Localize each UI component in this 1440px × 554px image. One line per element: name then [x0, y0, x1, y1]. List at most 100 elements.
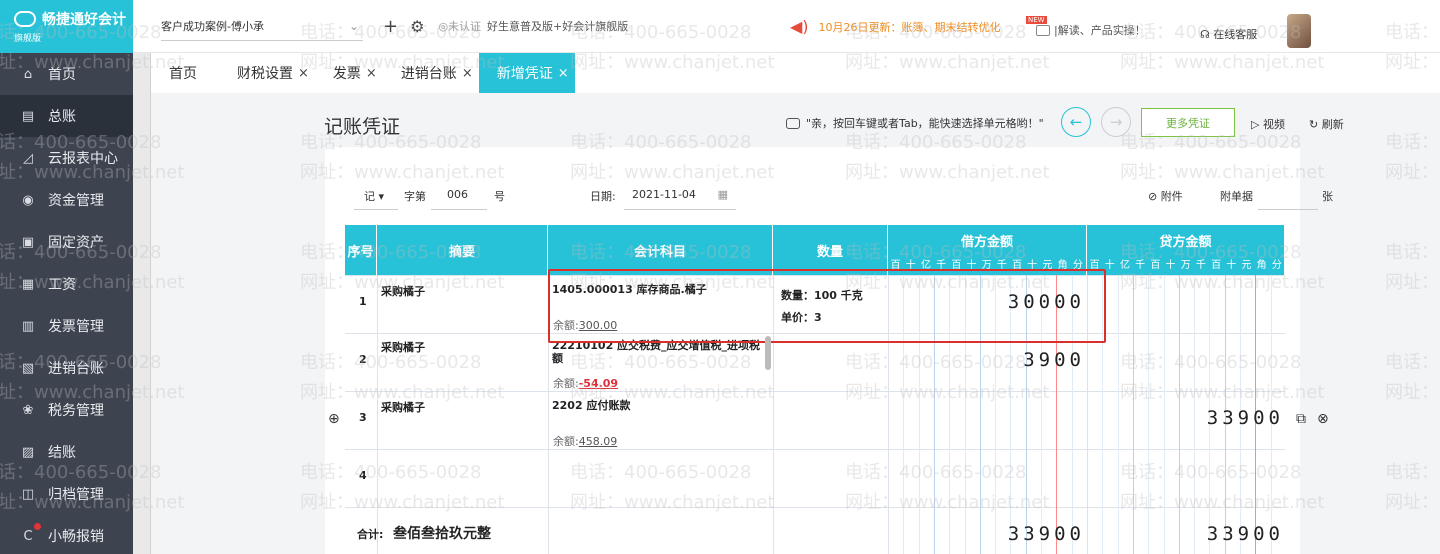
balance-value[interactable]: 458.09 [579, 435, 618, 448]
tax-icon: ❀ [22, 402, 34, 418]
debit-amount[interactable]: 3900 [905, 349, 1085, 371]
more-vouchers-button[interactable]: 更多凭证 [1141, 108, 1235, 137]
copy-row-icon[interactable]: ⧉ [1296, 411, 1306, 427]
sidebar-scrollbar[interactable] [133, 53, 151, 554]
debit-header-label: 借方金额 [960, 235, 1013, 250]
chevron-down-icon: ⌄ [348, 18, 359, 33]
digit-label: 千 [1135, 260, 1146, 271]
summary-cell[interactable]: 采购橘子 [381, 399, 541, 415]
close-icon[interactable]: × [298, 66, 309, 81]
sidebar-item[interactable]: ◫ 归档管理 [0, 473, 133, 515]
notification-dot [34, 523, 41, 530]
hint-text: "亲，按回车键或者Tab，能快速选择单元格哟！" [806, 117, 1044, 130]
tab-item[interactable]: 发票 × [315, 53, 383, 93]
close-icon[interactable]: × [558, 66, 569, 81]
sidebar: 畅捷通好会计 旗舰版 ⌂ 首页 ▤ 总账 ◿ 云报表中心 ◉ 资金管理 ▣ 固定资产 ▦ 工资 ▥ 发票管… [0, 0, 133, 554]
row-seq: 3 [359, 411, 367, 424]
credit-amount[interactable]: 33900 [1105, 407, 1284, 429]
prev-voucher-button[interactable]: ← [1061, 107, 1091, 137]
cloud-logo-icon [14, 11, 36, 27]
invoice-icon: ▥ [21, 318, 35, 334]
app-root: 畅捷通好会计 旗舰版 ⌂ 首页 ▤ 总账 ◿ 云报表中心 ◉ 资金管理 ▣ 固定资产 ▦ 工资 ▥ 发票管… [0, 0, 1440, 554]
date-label: 日期: [590, 190, 616, 203]
summary-cell[interactable]: 采购橘子 [381, 339, 541, 355]
sidebar-item[interactable]: ◉ 资金管理 [0, 179, 133, 221]
sidebar-nav: ⌂ 首页 ▤ 总账 ◿ 云报表中心 ◉ 资金管理 ▣ 固定资产 ▦ 工资 ▥ 发票管理 ▧ 进销台账 ❀ 税务管理… [0, 53, 133, 554]
auth-status[interactable]: ◎未认证 [438, 18, 481, 34]
attach-count-input[interactable] [1258, 184, 1318, 210]
account-cell[interactable]: 2202 应付账款 [552, 399, 767, 412]
account-header: 会计科目 [548, 225, 773, 275]
delete-row-icon[interactable]: ⊗ [1317, 411, 1329, 427]
tab-label: 首页 [169, 66, 197, 82]
update-notice[interactable]: ◀) 10月26日更新：账簿、期末结转优化 [790, 0, 1001, 53]
promo-link[interactable]: NEW |解读、产品实操！ [1026, 16, 1146, 38]
total-in-words: 叁佰叁拾玖元整 [393, 526, 491, 542]
balance-value[interactable]: -54.09 [579, 377, 618, 390]
close-icon[interactable]: × [366, 66, 377, 81]
row-divider [345, 391, 1285, 392]
tab-item[interactable]: 新增凭证 × [478, 53, 575, 93]
quantity-header-label: 数量 [816, 244, 843, 260]
tab-item[interactable]: 首页 [151, 53, 219, 93]
archive-icon: ◫ [21, 486, 35, 502]
company-select[interactable]: 客户成功案例-傅小承 ⌄ [161, 11, 363, 41]
tab-item[interactable]: 财税设置 × [219, 53, 315, 93]
logo-sub: 旗舰版 [14, 34, 42, 44]
account-cell-scrollbar[interactable] [765, 336, 771, 370]
balance-text: 余额:-54.09 [553, 375, 618, 391]
sidebar-item[interactable]: ⌂ 首页 [0, 53, 133, 95]
sidebar-item[interactable]: ▦ 工资 [0, 263, 133, 305]
account-header-label: 会计科目 [633, 244, 686, 260]
digit-label: 分 [1271, 260, 1282, 271]
add-row-icon[interactable]: ⊕ [328, 411, 340, 427]
logo[interactable]: 畅捷通好会计 旗舰版 [0, 0, 133, 53]
sidebar-item[interactable]: ▨ 结账 [0, 431, 133, 473]
gear-icon[interactable]: ⚙ [410, 17, 424, 36]
column-divider [377, 275, 378, 554]
video-icon [1036, 24, 1050, 36]
auth-label: 未认证 [448, 20, 482, 33]
calendar-icon: ▦ [717, 188, 728, 201]
sidebar-item-label: 发票管理 [48, 319, 104, 335]
date-input[interactable]: 2021-11-04 ▦ [624, 184, 736, 210]
sidebar-item-label: 税务管理 [48, 403, 104, 419]
voucher-type-select[interactable]: 记 ▾ [354, 184, 398, 210]
balance-label: 余额: [553, 377, 579, 390]
sidebar-item[interactable]: ▤ 总账 [0, 95, 133, 137]
sidebar-item[interactable]: ◿ 云报表中心 [0, 137, 133, 179]
next-voucher-button[interactable]: → [1101, 107, 1131, 137]
quantity-header: 数量 [773, 225, 888, 275]
sidebar-item[interactable]: C 小畅报销 [0, 515, 133, 554]
keyboard-hint: "亲，按回车键或者Tab，能快速选择单元格哟！" [786, 115, 1044, 131]
attachment-button[interactable]: ⊘ 附件 [1148, 188, 1183, 204]
date-value: 2021-11-04 [632, 188, 696, 201]
tab-item[interactable]: 进销台账 × [383, 53, 479, 93]
online-service[interactable]: ☊ 在线客服 [1200, 26, 1257, 42]
new-badge: NEW [1026, 16, 1047, 24]
avatar[interactable] [1287, 14, 1311, 48]
sidebar-item[interactable]: ❀ 税务管理 [0, 389, 133, 431]
sidebar-item[interactable]: ▧ 进销台账 [0, 347, 133, 389]
balance-label: 余额: [553, 435, 579, 448]
headset-icon: ☊ [1200, 28, 1214, 41]
voucher-number-input[interactable]: 006 [431, 184, 487, 210]
row-seq: 2 [359, 353, 367, 366]
sidebar-item[interactable]: ▥ 发票管理 [0, 305, 133, 347]
sidebar-item[interactable]: ▣ 固定资产 [0, 221, 133, 263]
speaker-icon: ◀) [790, 17, 809, 36]
sidebar-item-label: 固定资产 [48, 235, 104, 251]
tab-label: 进销台账 [400, 66, 457, 82]
refresh-button[interactable]: ↻ 刷新 [1309, 116, 1344, 132]
row-divider [345, 507, 1285, 508]
sidebar-item-label: 工资 [48, 277, 76, 293]
credit-header-label: 贷方金额 [1159, 235, 1212, 250]
summary-cell[interactable]: 采购橘子 [381, 283, 541, 299]
close-icon[interactable]: × [462, 66, 473, 81]
summary-header: 摘要 [377, 225, 548, 275]
row-seq: 4 [359, 469, 367, 482]
home-icon: ⌂ [23, 66, 33, 82]
plus-icon[interactable]: + [383, 16, 398, 37]
paperclip-icon: ⊘ [1148, 190, 1161, 203]
video-button[interactable]: ▷ 视频 [1251, 116, 1285, 132]
